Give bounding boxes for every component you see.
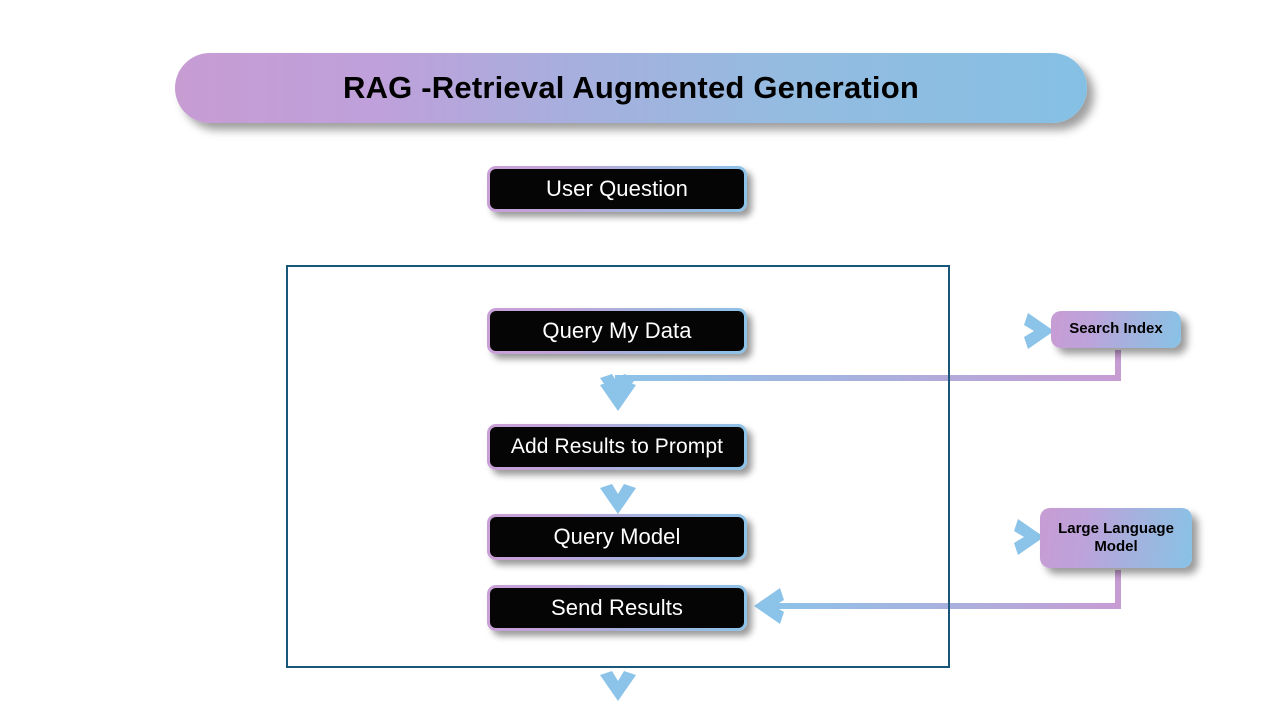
resource-search-index[interactable]: Search Index xyxy=(1051,311,1181,348)
step-query-model-body: Query Model xyxy=(490,517,744,557)
diagram-canvas: RAG -Retrieval Augmented Generation User… xyxy=(0,0,1280,720)
step-user-question-body: User Question xyxy=(490,169,744,209)
step-add-results-to-prompt[interactable]: Add Results to Prompt xyxy=(487,424,747,470)
resource-search-index-label: Search Index xyxy=(1069,320,1163,338)
step-send-results-body: Send Results xyxy=(490,588,744,628)
step-add-results-to-prompt-label: Add Results to Prompt xyxy=(510,435,724,458)
step-query-model-label: Query Model xyxy=(553,524,681,549)
resource-llm-line-2: Model xyxy=(1094,538,1138,555)
step-query-my-data[interactable]: Query My Data xyxy=(487,308,747,354)
resource-large-language-model-label: Large Language Model xyxy=(1052,520,1180,557)
step-add-results-to-prompt-body: Add Results to Prompt xyxy=(490,427,744,467)
diagram-title-banner: RAG -Retrieval Augmented Generation xyxy=(175,53,1087,123)
step-query-model[interactable]: Query Model xyxy=(487,514,747,560)
step-query-my-data-label: Query My Data xyxy=(542,318,692,343)
step-user-question[interactable]: User Question xyxy=(487,166,747,212)
step-query-my-data-body: Query My Data xyxy=(490,311,744,351)
step-send-results-label: Send Results xyxy=(550,595,684,620)
step-user-question-label: User Question xyxy=(546,176,688,201)
page-title: RAG -Retrieval Augmented Generation xyxy=(342,70,919,105)
resource-llm-line-1: Large Language xyxy=(1058,519,1174,537)
step-send-results[interactable]: Send Results xyxy=(487,585,747,631)
resource-large-language-model[interactable]: Large Language Model xyxy=(1040,508,1192,568)
